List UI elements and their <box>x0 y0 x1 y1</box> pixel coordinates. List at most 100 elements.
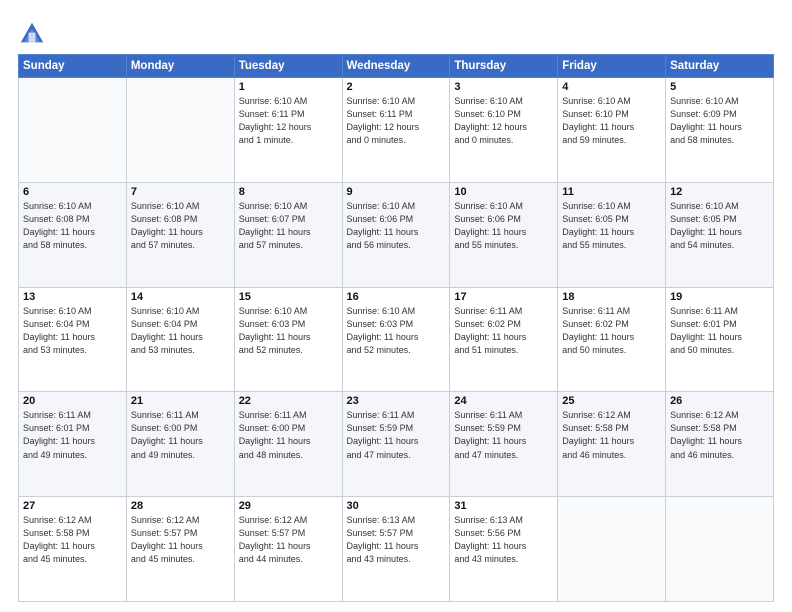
day-number: 19 <box>670 291 769 303</box>
calendar-cell: 8 Sunrise: 6:10 AM Sunset: 6:07 PM Daylig… <box>234 182 342 287</box>
cell-info: Sunrise: 6:11 AM Sunset: 6:00 PM Dayligh… <box>239 409 338 461</box>
week-row-4: 27 Sunrise: 6:12 AM Sunset: 5:58 PM Dayli… <box>19 497 774 602</box>
day-number: 8 <box>239 186 338 198</box>
calendar-header-row: SundayMondayTuesdayWednesdayThursdayFrid… <box>19 55 774 78</box>
calendar-cell: 7 Sunrise: 6:10 AM Sunset: 6:08 PM Daylig… <box>126 182 234 287</box>
cell-info: Sunrise: 6:12 AM Sunset: 5:58 PM Dayligh… <box>23 514 122 566</box>
calendar-cell: 11 Sunrise: 6:10 AM Sunset: 6:05 PM Dayli… <box>558 182 666 287</box>
cell-info: Sunrise: 6:13 AM Sunset: 5:57 PM Dayligh… <box>347 514 446 566</box>
calendar-cell: 12Sunrise: 6:10 AM Sunset: 6:05 PM Dayli… <box>666 182 774 287</box>
day-number: 9 <box>347 186 446 198</box>
week-row-0: 1Sunrise: 6:10 AM Sunset: 6:11 PM Daylig… <box>19 78 774 183</box>
cell-info: Sunrise: 6:11 AM Sunset: 5:59 PM Dayligh… <box>454 409 553 461</box>
day-number: 4 <box>562 81 661 93</box>
header <box>18 16 774 48</box>
calendar-cell: 21 Sunrise: 6:11 AM Sunset: 6:00 PM Dayli… <box>126 392 234 497</box>
day-number: 12 <box>670 186 769 198</box>
cell-info: Sunrise: 6:10 AM Sunset: 6:05 PM Dayligh… <box>562 200 661 252</box>
calendar-cell: 16 Sunrise: 6:10 AM Sunset: 6:03 PM Dayli… <box>342 287 450 392</box>
day-number: 31 <box>454 500 553 512</box>
calendar-cell: 22 Sunrise: 6:11 AM Sunset: 6:00 PM Dayli… <box>234 392 342 497</box>
calendar-cell: 14 Sunrise: 6:10 AM Sunset: 6:04 PM Dayli… <box>126 287 234 392</box>
day-number: 23 <box>347 395 446 407</box>
day-number: 5 <box>670 81 769 93</box>
day-number: 15 <box>239 291 338 303</box>
calendar-cell: 23Sunrise: 6:11 AM Sunset: 5:59 PM Dayli… <box>342 392 450 497</box>
day-number: 11 <box>562 186 661 198</box>
day-number: 14 <box>131 291 230 303</box>
col-header-monday: Monday <box>126 55 234 78</box>
cell-info: Sunrise: 6:11 AM Sunset: 6:02 PM Dayligh… <box>454 305 553 357</box>
calendar-cell <box>19 78 127 183</box>
cell-info: Sunrise: 6:10 AM Sunset: 6:06 PM Dayligh… <box>347 200 446 252</box>
calendar-cell: 5Sunrise: 6:10 AM Sunset: 6:09 PM Daylig… <box>666 78 774 183</box>
day-number: 13 <box>23 291 122 303</box>
cell-info: Sunrise: 6:10 AM Sunset: 6:10 PM Dayligh… <box>454 95 553 147</box>
col-header-friday: Friday <box>558 55 666 78</box>
week-row-3: 20 Sunrise: 6:11 AM Sunset: 6:01 PM Dayli… <box>19 392 774 497</box>
cell-info: Sunrise: 6:12 AM Sunset: 5:58 PM Dayligh… <box>670 409 769 461</box>
day-number: 30 <box>347 500 446 512</box>
cell-info: Sunrise: 6:10 AM Sunset: 6:07 PM Dayligh… <box>239 200 338 252</box>
logo <box>18 20 48 48</box>
day-number: 28 <box>131 500 230 512</box>
calendar-cell: 25 Sunrise: 6:12 AM Sunset: 5:58 PM Dayli… <box>558 392 666 497</box>
day-number: 2 <box>347 81 446 93</box>
logo-icon <box>18 20 46 48</box>
calendar-cell: 31Sunrise: 6:13 AM Sunset: 5:56 PM Dayli… <box>450 497 558 602</box>
day-number: 29 <box>239 500 338 512</box>
calendar-cell: 10 Sunrise: 6:10 AM Sunset: 6:06 PM Dayli… <box>450 182 558 287</box>
cell-info: Sunrise: 6:10 AM Sunset: 6:03 PM Dayligh… <box>239 305 338 357</box>
calendar-cell: 9 Sunrise: 6:10 AM Sunset: 6:06 PM Daylig… <box>342 182 450 287</box>
cell-info: Sunrise: 6:11 AM Sunset: 6:01 PM Dayligh… <box>23 409 122 461</box>
calendar-cell: 24 Sunrise: 6:11 AM Sunset: 5:59 PM Dayli… <box>450 392 558 497</box>
day-number: 20 <box>23 395 122 407</box>
col-header-saturday: Saturday <box>666 55 774 78</box>
cell-info: Sunrise: 6:12 AM Sunset: 5:58 PM Dayligh… <box>562 409 661 461</box>
calendar-cell: 4 Sunrise: 6:10 AM Sunset: 6:10 PM Daylig… <box>558 78 666 183</box>
calendar-cell: 29 Sunrise: 6:12 AM Sunset: 5:57 PM Dayli… <box>234 497 342 602</box>
col-header-tuesday: Tuesday <box>234 55 342 78</box>
cell-info: Sunrise: 6:10 AM Sunset: 6:10 PM Dayligh… <box>562 95 661 147</box>
calendar-cell: 20 Sunrise: 6:11 AM Sunset: 6:01 PM Dayli… <box>19 392 127 497</box>
day-number: 25 <box>562 395 661 407</box>
week-row-2: 13 Sunrise: 6:10 AM Sunset: 6:04 PM Dayli… <box>19 287 774 392</box>
week-row-1: 6 Sunrise: 6:10 AM Sunset: 6:08 PM Daylig… <box>19 182 774 287</box>
day-number: 3 <box>454 81 553 93</box>
col-header-sunday: Sunday <box>19 55 127 78</box>
calendar-cell: 15 Sunrise: 6:10 AM Sunset: 6:03 PM Dayli… <box>234 287 342 392</box>
cell-info: Sunrise: 6:10 AM Sunset: 6:08 PM Dayligh… <box>23 200 122 252</box>
calendar-cell: 18Sunrise: 6:11 AM Sunset: 6:02 PM Dayli… <box>558 287 666 392</box>
day-number: 26 <box>670 395 769 407</box>
cell-info: Sunrise: 6:11 AM Sunset: 6:01 PM Dayligh… <box>670 305 769 357</box>
calendar-cell: 17 Sunrise: 6:11 AM Sunset: 6:02 PM Dayli… <box>450 287 558 392</box>
calendar-cell: 3 Sunrise: 6:10 AM Sunset: 6:10 PM Daylig… <box>450 78 558 183</box>
day-number: 27 <box>23 500 122 512</box>
day-number: 22 <box>239 395 338 407</box>
calendar-cell: 13 Sunrise: 6:10 AM Sunset: 6:04 PM Dayli… <box>19 287 127 392</box>
cell-info: Sunrise: 6:12 AM Sunset: 5:57 PM Dayligh… <box>239 514 338 566</box>
day-number: 1 <box>239 81 338 93</box>
calendar-cell: 19 Sunrise: 6:11 AM Sunset: 6:01 PM Dayli… <box>666 287 774 392</box>
cell-info: Sunrise: 6:10 AM Sunset: 6:04 PM Dayligh… <box>131 305 230 357</box>
day-number: 24 <box>454 395 553 407</box>
day-number: 21 <box>131 395 230 407</box>
calendar-cell: 1Sunrise: 6:10 AM Sunset: 6:11 PM Daylig… <box>234 78 342 183</box>
calendar-cell <box>126 78 234 183</box>
page: SundayMondayTuesdayWednesdayThursdayFrid… <box>0 0 792 612</box>
day-number: 16 <box>347 291 446 303</box>
calendar-cell <box>666 497 774 602</box>
calendar-table: SundayMondayTuesdayWednesdayThursdayFrid… <box>18 54 774 602</box>
calendar-cell: 6 Sunrise: 6:10 AM Sunset: 6:08 PM Daylig… <box>19 182 127 287</box>
day-number: 7 <box>131 186 230 198</box>
day-number: 10 <box>454 186 553 198</box>
calendar-cell: 28Sunrise: 6:12 AM Sunset: 5:57 PM Dayli… <box>126 497 234 602</box>
cell-info: Sunrise: 6:11 AM Sunset: 6:00 PM Dayligh… <box>131 409 230 461</box>
cell-info: Sunrise: 6:10 AM Sunset: 6:06 PM Dayligh… <box>454 200 553 252</box>
cell-info: Sunrise: 6:10 AM Sunset: 6:04 PM Dayligh… <box>23 305 122 357</box>
day-number: 6 <box>23 186 122 198</box>
day-number: 17 <box>454 291 553 303</box>
cell-info: Sunrise: 6:10 AM Sunset: 6:08 PM Dayligh… <box>131 200 230 252</box>
cell-info: Sunrise: 6:10 AM Sunset: 6:03 PM Dayligh… <box>347 305 446 357</box>
cell-info: Sunrise: 6:11 AM Sunset: 6:02 PM Dayligh… <box>562 305 661 357</box>
